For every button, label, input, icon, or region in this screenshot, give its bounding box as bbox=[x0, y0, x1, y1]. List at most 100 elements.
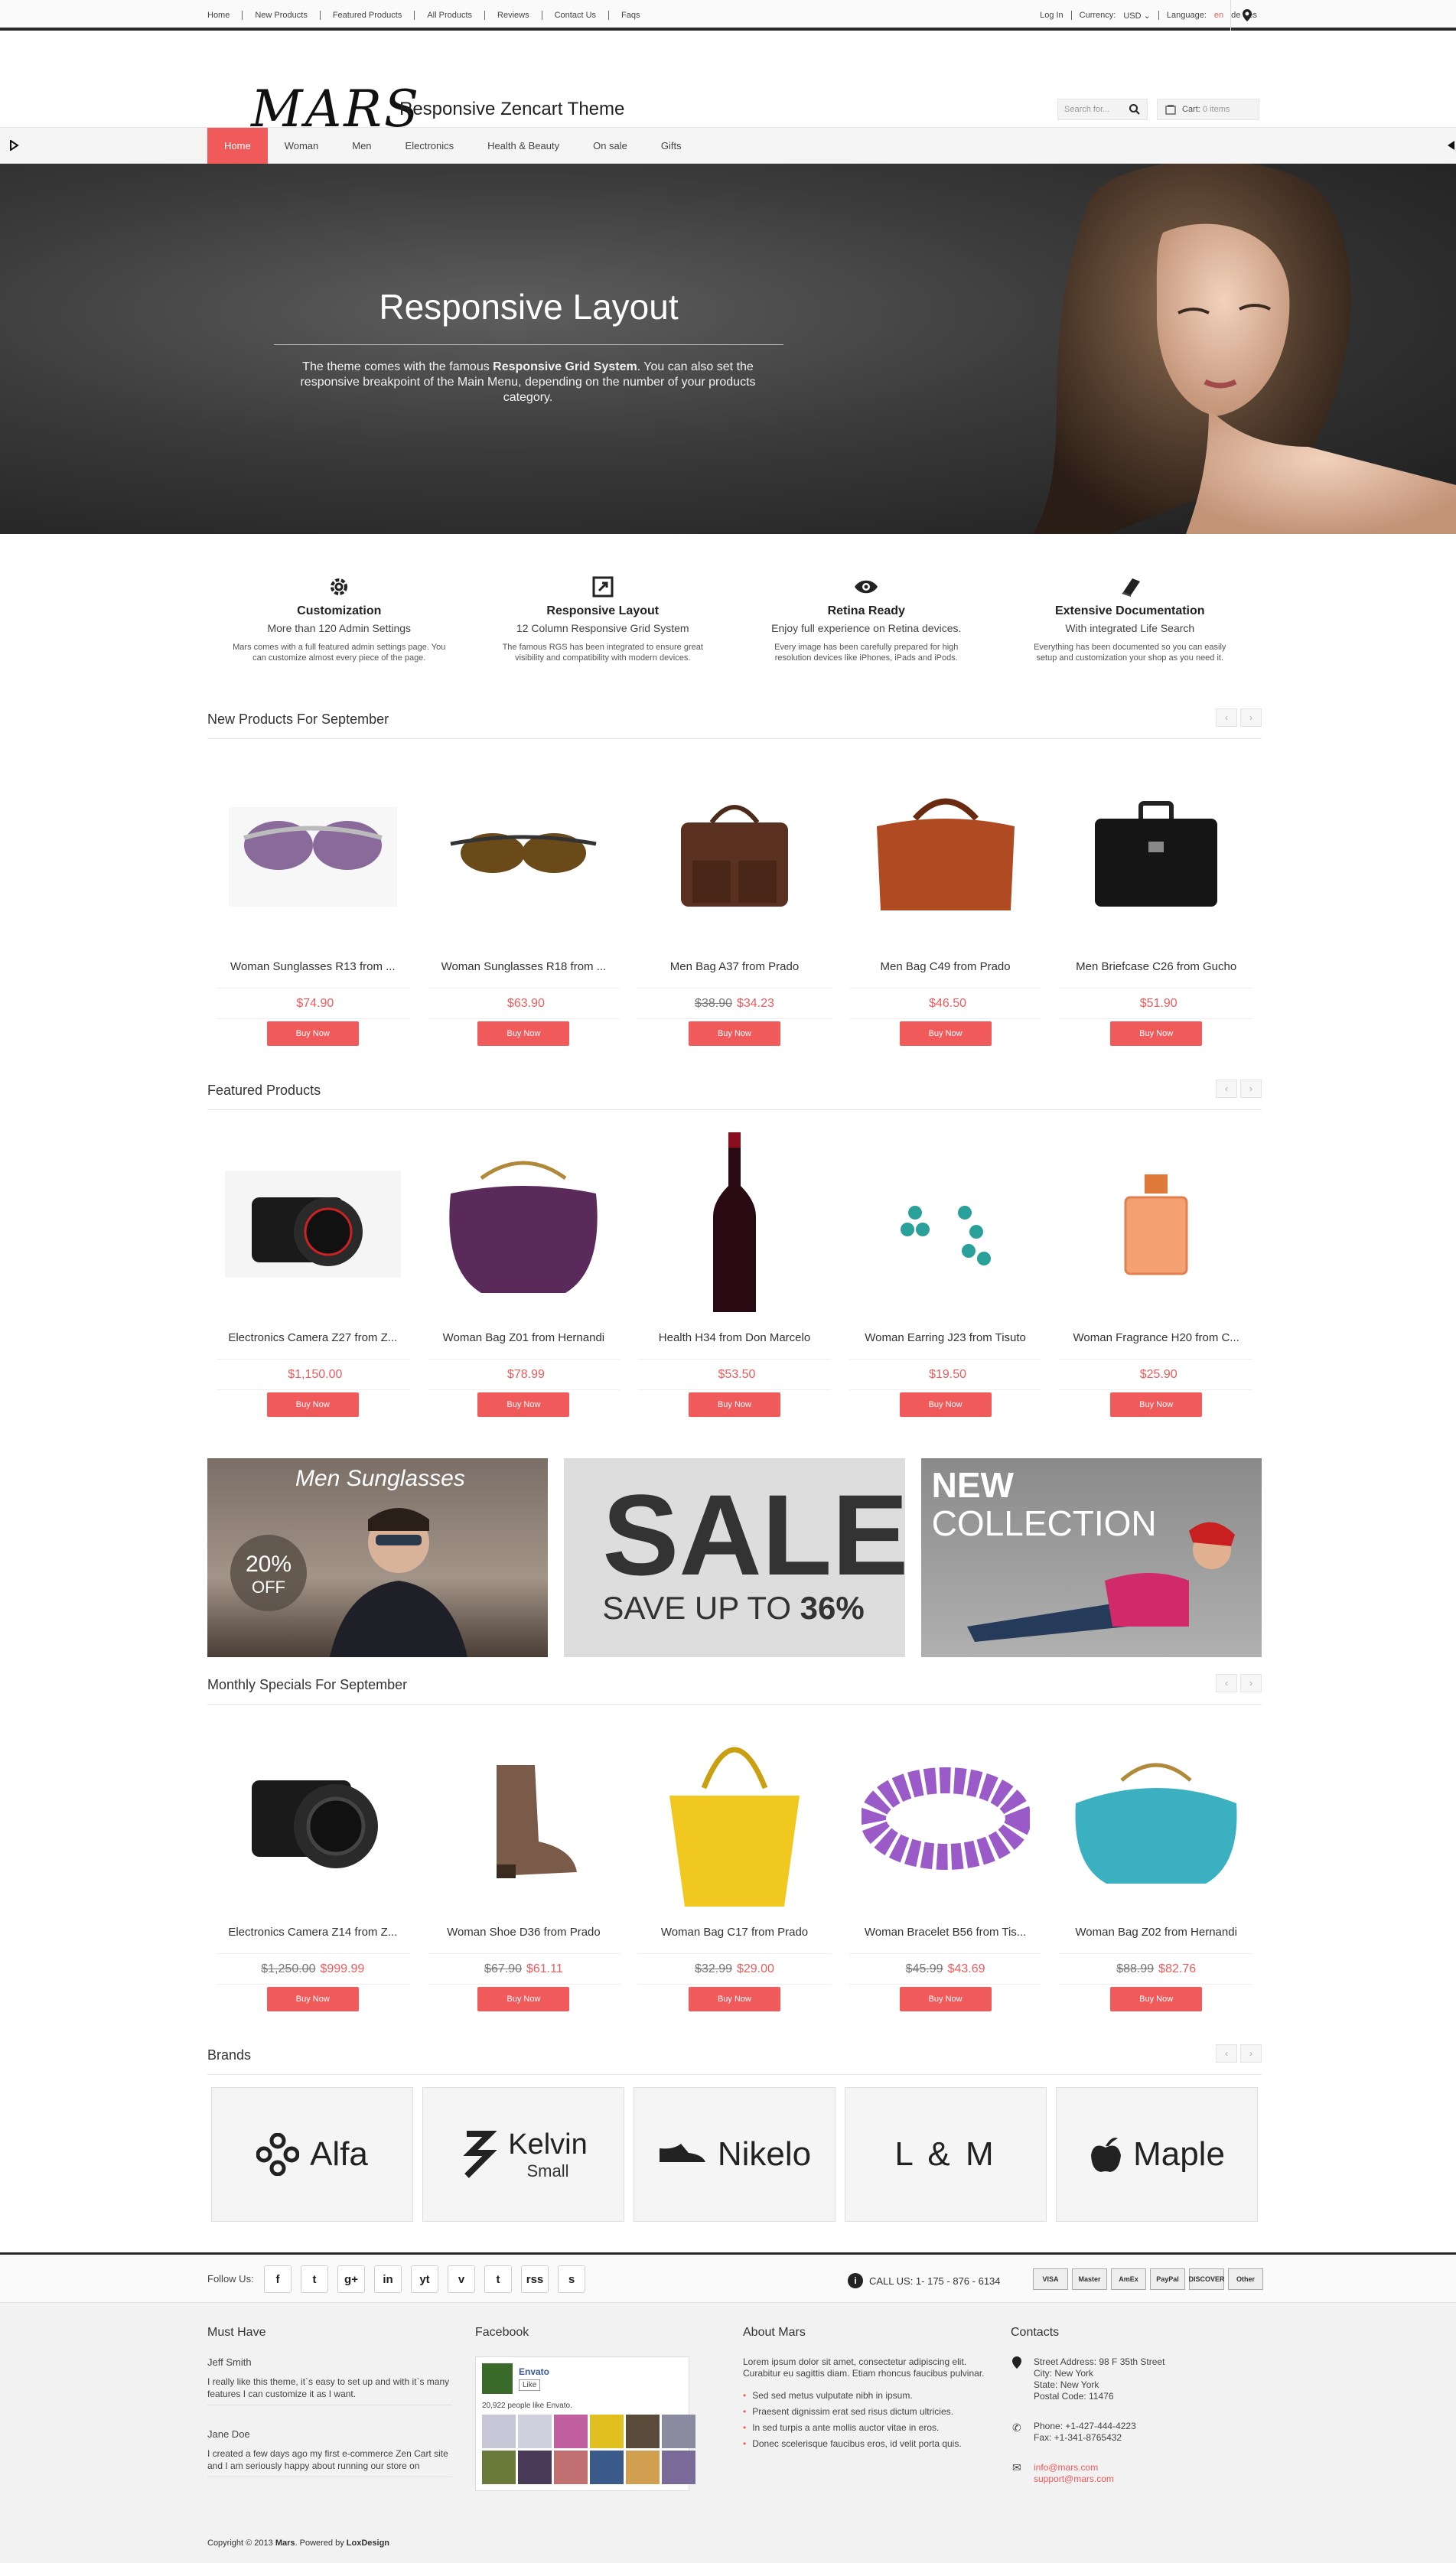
buy-now-button[interactable]: Buy Now bbox=[266, 1392, 359, 1417]
email-link[interactable]: support@mars.com bbox=[1034, 2473, 1256, 2485]
banner-sale[interactable]: SALE SAVE UP TO 36% bbox=[564, 1458, 905, 1657]
nav-item-health-beauty[interactable]: Health & Beauty bbox=[471, 128, 576, 164]
vimeo-icon[interactable]: v bbox=[448, 2265, 475, 2293]
login-link[interactable]: Log In bbox=[1040, 11, 1063, 20]
top-link-contact[interactable]: Contact Us bbox=[542, 11, 610, 20]
brand-alfa[interactable]: Alfa bbox=[211, 2087, 413, 2222]
top-link-new-products[interactable]: New Products bbox=[243, 11, 321, 20]
product-name[interactable]: Men Bag A37 from Prado bbox=[638, 949, 831, 988]
product-image-boot[interactable] bbox=[419, 1723, 630, 1914]
product-name[interactable]: Woman Earring J23 from Tisuto bbox=[849, 1320, 1042, 1360]
cart-button[interactable]: Cart: 0 items bbox=[1157, 99, 1259, 120]
copyright-power[interactable]: LoxDesign bbox=[347, 2539, 389, 2548]
product-name[interactable]: Woman Fragrance H20 from C... bbox=[1060, 1320, 1252, 1360]
email-link[interactable]: info@mars.com bbox=[1034, 2462, 1256, 2473]
brand-kelvin[interactable]: Kelvin Small bbox=[422, 2087, 624, 2222]
product-image-camera[interactable] bbox=[207, 1128, 419, 1320]
product-image-teal-purse[interactable] bbox=[1050, 1723, 1262, 1914]
google-plus-icon[interactable]: g+ bbox=[337, 2265, 365, 2293]
product-name[interactable]: Woman Shoe D36 from Prado bbox=[427, 1914, 621, 1954]
skype-icon[interactable]: s bbox=[558, 2265, 585, 2293]
product-name[interactable]: Men Briefcase C26 from Gucho bbox=[1060, 949, 1252, 988]
fb-avatar[interactable] bbox=[518, 2415, 552, 2448]
product-image-wine-bottle[interactable] bbox=[629, 1128, 840, 1320]
prev-arrow-icon[interactable]: ‹ bbox=[1216, 1080, 1237, 1098]
fb-avatar[interactable] bbox=[590, 2415, 624, 2448]
product-name[interactable]: Woman Bag Z02 from Hernandi bbox=[1060, 1914, 1252, 1954]
youtube-icon[interactable]: yt bbox=[411, 2265, 438, 2293]
fb-avatar[interactable] bbox=[590, 2451, 624, 2484]
fb-avatar[interactable] bbox=[518, 2451, 552, 2484]
product-name[interactable]: Health H34 from Don Marcelo bbox=[638, 1320, 831, 1360]
buy-now-button[interactable]: Buy Now bbox=[477, 1392, 570, 1417]
copyright-brand[interactable]: Mars bbox=[275, 2539, 295, 2548]
product-name[interactable]: Woman Bracelet B56 from Tis... bbox=[849, 1914, 1042, 1954]
search-icon[interactable] bbox=[1122, 99, 1148, 120]
product-image-sunglasses[interactable] bbox=[207, 757, 419, 949]
buy-now-button[interactable]: Buy Now bbox=[688, 1987, 780, 2011]
fb-like-button[interactable]: Like bbox=[519, 2379, 541, 2391]
buy-now-button[interactable]: Buy Now bbox=[899, 1392, 992, 1417]
product-name[interactable]: Woman Sunglasses R18 from ... bbox=[427, 949, 621, 988]
fb-avatar[interactable] bbox=[662, 2451, 695, 2484]
currency-select[interactable]: USD ⌄ bbox=[1123, 11, 1151, 21]
location-pin-icon[interactable] bbox=[1230, 0, 1262, 31]
product-image-bracelet[interactable] bbox=[840, 1723, 1051, 1914]
product-name[interactable]: Woman Sunglasses R13 from ... bbox=[217, 949, 409, 988]
fb-avatar[interactable] bbox=[554, 2451, 588, 2484]
banner-men-sunglasses[interactable]: Men Sunglasses 20% OFF bbox=[207, 1458, 549, 1657]
prev-arrow-icon[interactable]: ‹ bbox=[1216, 708, 1237, 727]
product-image-sunglasses[interactable] bbox=[419, 757, 630, 949]
buy-now-button[interactable]: Buy Now bbox=[688, 1021, 780, 1046]
next-arrow-icon[interactable]: › bbox=[1240, 2044, 1262, 2063]
top-link-home[interactable]: Home bbox=[207, 11, 243, 20]
fb-avatar[interactable] bbox=[482, 2415, 516, 2448]
product-image-bag[interactable] bbox=[629, 757, 840, 949]
buy-now-button[interactable]: Buy Now bbox=[266, 1987, 359, 2011]
product-image-bag[interactable] bbox=[840, 757, 1051, 949]
product-name[interactable]: Electronics Camera Z27 from Z... bbox=[217, 1320, 409, 1360]
hero-slider[interactable]: Responsive Layout The theme comes with t… bbox=[0, 164, 1456, 534]
buy-now-button[interactable]: Buy Now bbox=[899, 1987, 992, 2011]
prev-arrow-icon[interactable]: ‹ bbox=[1216, 2044, 1237, 2063]
buy-now-button[interactable]: Buy Now bbox=[477, 1021, 570, 1046]
product-name[interactable]: Woman Bag Z01 from Hernandi bbox=[427, 1320, 621, 1360]
facebook-widget[interactable]: Envato Like 20,922 people like Envato. bbox=[475, 2356, 695, 2491]
top-link-reviews[interactable]: Reviews bbox=[485, 11, 542, 20]
next-arrow-icon[interactable]: › bbox=[1240, 1674, 1262, 1692]
buy-now-button[interactable]: Buy Now bbox=[1110, 1021, 1203, 1046]
fb-avatar[interactable] bbox=[662, 2415, 695, 2448]
nav-item-gifts[interactable]: Gifts bbox=[644, 128, 699, 164]
buy-now-button[interactable]: Buy Now bbox=[477, 1987, 570, 2011]
fb-avatar[interactable] bbox=[626, 2415, 660, 2448]
nav-item-home[interactable]: Home bbox=[207, 128, 268, 164]
nav-item-on-sale[interactable]: On sale bbox=[576, 128, 644, 164]
product-name[interactable]: Men Bag C49 from Prado bbox=[849, 949, 1042, 988]
lang-en[interactable]: en bbox=[1214, 11, 1223, 20]
top-link-all-products[interactable]: All Products bbox=[415, 11, 486, 20]
fb-avatar[interactable] bbox=[626, 2451, 660, 2484]
facebook-icon[interactable]: f bbox=[264, 2265, 292, 2293]
brand-maple[interactable]: Maple bbox=[1056, 2087, 1258, 2222]
product-image-yellow-bag[interactable] bbox=[629, 1723, 840, 1914]
linkedin-icon[interactable]: in bbox=[374, 2265, 402, 2293]
brand-lm[interactable]: L & M bbox=[845, 2087, 1047, 2222]
buy-now-button[interactable]: Buy Now bbox=[899, 1021, 992, 1046]
fb-avatar[interactable] bbox=[482, 2451, 516, 2484]
product-image-earrings[interactable] bbox=[840, 1128, 1051, 1320]
next-arrow-icon[interactable]: › bbox=[1240, 1080, 1262, 1098]
brand-nikelo[interactable]: Nikelo bbox=[634, 2087, 835, 2222]
tumblr-icon[interactable]: t bbox=[484, 2265, 512, 2293]
twitter-icon[interactable]: t bbox=[301, 2265, 328, 2293]
banner-new-collection[interactable]: NEW COLLECTION bbox=[920, 1458, 1262, 1657]
buy-now-button[interactable]: Buy Now bbox=[1110, 1987, 1203, 2011]
nav-item-men[interactable]: Men bbox=[335, 128, 388, 164]
product-image-camera[interactable] bbox=[207, 1723, 419, 1914]
product-image-purse[interactable] bbox=[419, 1128, 630, 1320]
buy-now-button[interactable]: Buy Now bbox=[1110, 1392, 1203, 1417]
nav-item-electronics[interactable]: Electronics bbox=[389, 128, 471, 164]
next-arrow-icon[interactable]: › bbox=[1240, 708, 1262, 727]
fb-avatar[interactable] bbox=[554, 2415, 588, 2448]
product-name[interactable]: Electronics Camera Z14 from Z... bbox=[217, 1914, 409, 1954]
top-link-faqs[interactable]: Faqs bbox=[609, 11, 652, 20]
